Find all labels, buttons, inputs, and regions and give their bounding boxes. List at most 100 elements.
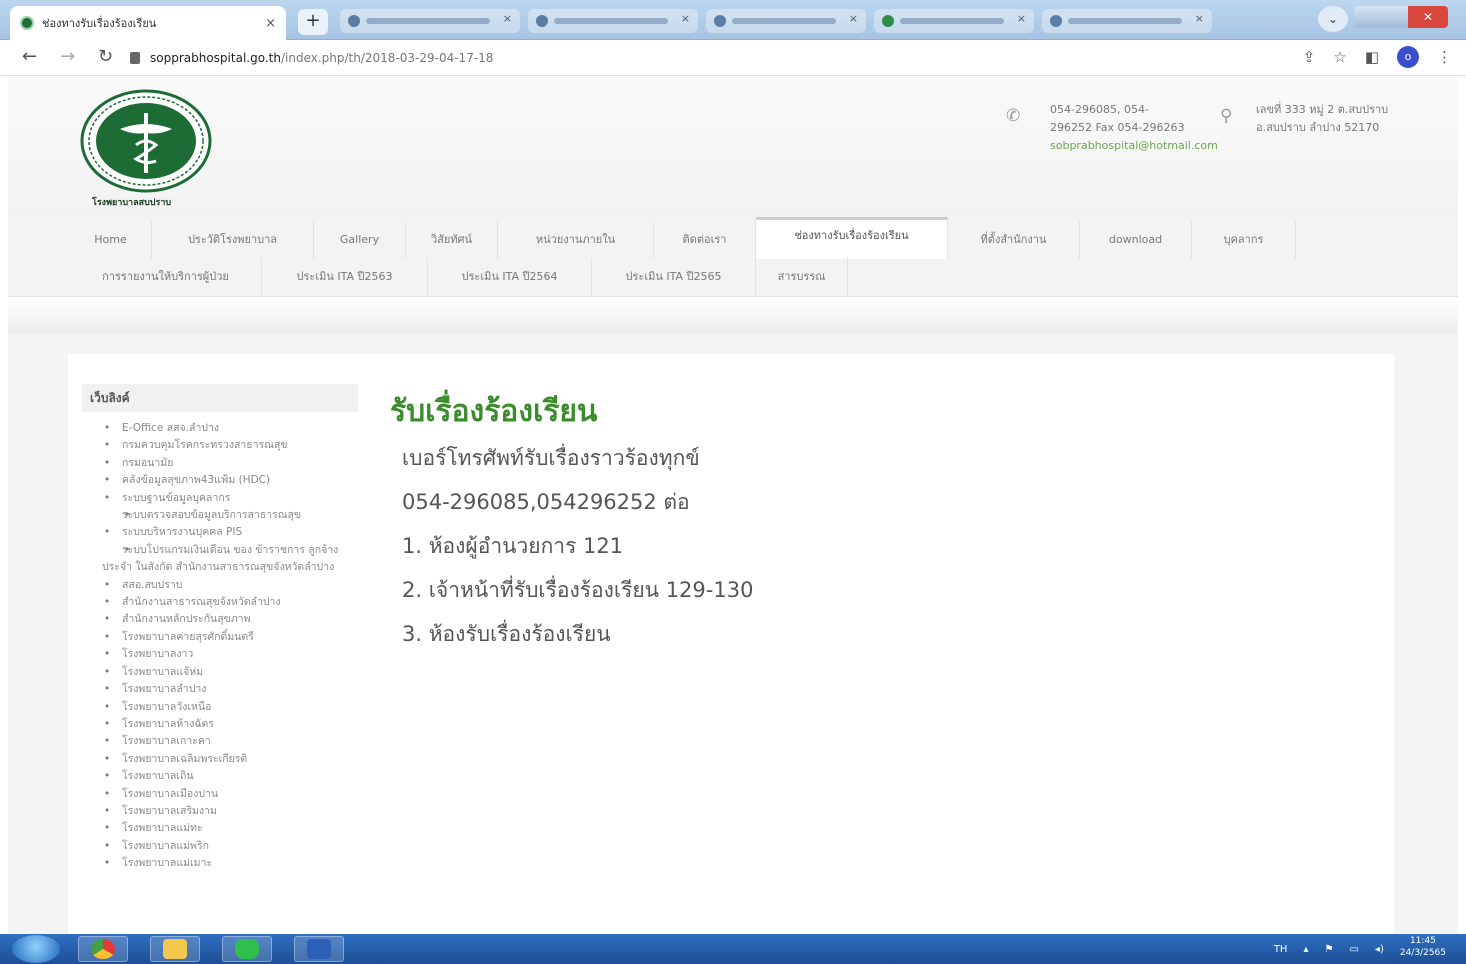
complaint-phone-numbers: 054-296085,054296252 ต่อ <box>402 490 690 514</box>
weblink-list: E-Office สสจ.ลำปาง กรมควบคุมโรคกระทรวงสา… <box>82 420 358 873</box>
chrome-icon <box>91 939 115 959</box>
window-controls[interactable]: ✕ <box>1354 6 1448 28</box>
bookmark-star-icon[interactable]: ☆ <box>1333 48 1346 66</box>
nav-item-vision[interactable]: วิสัยทัศน์ <box>406 221 498 259</box>
page-title: รับเรื่องร้องเรียน <box>390 394 598 429</box>
line-app-icon <box>235 939 259 959</box>
weblink-item[interactable]: ระบบบริหารงานบุคคล PIS <box>82 524 358 542</box>
weblink-item[interactable]: โรงพยาบาลเถิน <box>82 768 358 786</box>
weblink-item[interactable]: โรงพยาบาลงาว <box>82 646 358 664</box>
background-tab[interactable]: × <box>340 9 520 33</box>
weblink-item[interactable]: กรมอนามัย <box>82 455 358 473</box>
tab-close-icon[interactable]: × <box>265 16 276 31</box>
weblink-item[interactable]: โรงพยาบาลแม่เมาะ <box>82 855 358 873</box>
tab-favicon-icon <box>714 15 726 27</box>
nav-item-history[interactable]: ประวัติโรงพยาบาล <box>152 221 314 259</box>
url-field[interactable]: sopprabhospital.go.th/index.php/th/2018-… <box>130 46 1270 70</box>
weblink-item[interactable]: โรงพยาบาลแจ้ห่ม <box>82 664 358 682</box>
network-icon[interactable]: ▭ <box>1349 944 1358 955</box>
weblink-item[interactable]: โรงพยาบาลแม่ทะ <box>82 820 358 838</box>
sidebar-title: เว็บลิงค์ <box>82 384 358 412</box>
tab-favicon-icon <box>536 15 548 27</box>
taskbar-line[interactable] <box>222 936 272 962</box>
tab-title-blurred <box>732 18 836 24</box>
share-icon[interactable]: ⇪ <box>1303 48 1316 66</box>
nav-item-contact[interactable]: ติดต่อเรา <box>654 221 756 259</box>
nav-item-gallery[interactable]: Gallery <box>314 221 406 259</box>
forward-arrow-icon[interactable]: → <box>60 46 75 67</box>
tab-title-blurred <box>900 18 1004 24</box>
nav-item-ita-2564[interactable]: ประเมิน ITA ปี2564 <box>428 258 592 296</box>
start-button[interactable] <box>12 935 60 963</box>
volume-icon[interactable]: ◂) <box>1375 944 1384 955</box>
new-tab-button[interactable]: + <box>298 9 328 35</box>
side-panel-icon[interactable]: ◧ <box>1365 48 1379 66</box>
weblink-item[interactable]: โรงพยาบาลค่ายสุรศักดิ์มนตรี <box>82 629 358 647</box>
tab-close-icon[interactable]: × <box>1195 12 1204 25</box>
taskbar-word[interactable] <box>294 936 344 962</box>
weblink-item[interactable]: สสอ.สบปราบ <box>82 577 358 595</box>
tab-close-icon[interactable]: × <box>681 12 690 25</box>
extension-complaint-room: 3. ห้องรับเรื่องร้องเรียน <box>402 622 611 646</box>
lock-icon[interactable] <box>130 52 140 64</box>
background-tab[interactable]: × <box>706 9 866 33</box>
nav-item-saraban[interactable]: สารบรรณ <box>756 258 848 296</box>
contact-address-block: ⚲ เลขที่ 333 หมู่ 2 ต.สบปราบ อ.สบปราบ ลำ… <box>1220 101 1396 137</box>
background-tab[interactable]: × <box>528 9 698 33</box>
nav-item-ita-2563[interactable]: ประเมิน ITA ปี2563 <box>262 258 428 296</box>
ministry-logo[interactable] <box>80 89 212 193</box>
weblink-item[interactable]: ระบบโปรแกรมเงินเดือน ของ ข้าราชการ ลูกจ้… <box>82 542 358 577</box>
tab-close-icon[interactable]: × <box>849 12 858 25</box>
header-divider-band <box>8 298 1458 334</box>
weblink-item[interactable]: โรงพยาบาลห้างฉัตร <box>82 716 358 734</box>
taskbar-explorer[interactable] <box>150 936 200 962</box>
tab-favicon-icon <box>1050 15 1062 27</box>
weblink-item[interactable]: คลังข้อมูลสุขภาพ43แฟ้ม (HDC) <box>82 472 358 490</box>
weblink-item[interactable]: สำนักงานสาธารณสุขจังหวัดลำปาง <box>82 594 358 612</box>
language-indicator[interactable]: TH <box>1274 944 1288 955</box>
weblink-item[interactable]: โรงพยาบาลเกาะคา <box>82 733 358 751</box>
weblink-item[interactable]: โรงพยาบาลลำปาง <box>82 681 358 699</box>
menu-dots-icon[interactable]: ⋮ <box>1437 48 1452 66</box>
logo-caption: โรงพยาบาลสบปราบ <box>92 198 172 208</box>
email-link[interactable]: sobprabhospital@hotmail.com <box>1050 137 1218 155</box>
nav-item-complaints[interactable]: ช่องทางรับเรื่องร้องเรียน <box>756 217 948 259</box>
main-navigation: Home ประวัติโรงพยาบาล Gallery วิสัยทัศน์… <box>8 217 1458 297</box>
tab-close-icon[interactable]: × <box>503 12 512 25</box>
back-arrow-icon[interactable]: ← <box>22 46 37 67</box>
phone-text: 054-296085, 054-296252 Fax 054-296263 <box>1050 103 1185 134</box>
taskbar-chrome[interactable] <box>78 936 128 962</box>
weblink-item[interactable]: สำนักงานหลักประกันสุขภาพ <box>82 611 358 629</box>
address-text: เลขที่ 333 หมู่ 2 ต.สบปราบ อ.สบปราบ ลำปา… <box>1256 103 1389 134</box>
nav-item-download[interactable]: download <box>1080 221 1192 259</box>
weblink-item[interactable]: โรงพยาบาลวังเหนือ <box>82 699 358 717</box>
profile-avatar[interactable]: o <box>1397 46 1419 68</box>
weblink-item[interactable]: โรงพยาบาลเมืองปาน <box>82 786 358 804</box>
weblink-item[interactable]: โรงพยาบาลแม่พริก <box>82 838 358 856</box>
tab-search-icon[interactable]: ⌄ <box>1318 6 1348 32</box>
clock[interactable]: 11:45 24/3/2565 <box>1400 935 1446 959</box>
reload-icon[interactable]: ↻ <box>98 46 113 67</box>
nav-item-staff[interactable]: บุคลากร <box>1192 221 1296 259</box>
browser-tab-active[interactable]: ช่องทางรับเรื่องร้องเรียน × <box>10 6 286 40</box>
nav-item-office-location[interactable]: ที่ตั้งสำนักงาน <box>948 221 1080 259</box>
window-close-icon[interactable]: ✕ <box>1408 6 1448 28</box>
weblink-item[interactable]: โรงพยาบาลเสริมงาม <box>82 803 358 821</box>
tray-expand-icon[interactable]: ▴ <box>1303 944 1308 955</box>
nav-item-patient-report[interactable]: การรายงานให้บริการผู้ป่วย <box>70 258 262 296</box>
weblink-item[interactable]: ระบบตรวจสอบข้อมูลบริการสาธารณสุข <box>82 507 358 525</box>
background-tab[interactable]: × <box>1042 9 1212 33</box>
background-tab[interactable]: × <box>874 9 1034 33</box>
weblink-item[interactable]: กรมควบคุมโรคกระทรวงสาธารณสุข <box>82 437 358 455</box>
weblink-item[interactable]: ระบบฐานข้อมูลบุคลากร <box>82 490 358 508</box>
flag-icon[interactable]: ⚑ <box>1325 944 1334 955</box>
nav-item-departments[interactable]: หน่วยงานภายใน <box>498 221 654 259</box>
phone-icon: ✆ <box>1006 106 1021 126</box>
weblink-item[interactable]: โรงพยาบาลเฉลิมพระเกียรติ <box>82 751 358 769</box>
tab-close-icon[interactable]: × <box>1017 12 1026 25</box>
weblink-item[interactable]: E-Office สสจ.ลำปาง <box>82 420 358 438</box>
nav-item-ita-2565[interactable]: ประเมิน ITA ปี2565 <box>592 258 756 296</box>
nav-item-home[interactable]: Home <box>70 221 152 259</box>
tab-title-blurred <box>366 18 490 24</box>
contact-phone-block: ✆ 054-296085, 054-296252 Fax 054-296263 … <box>1006 101 1218 155</box>
